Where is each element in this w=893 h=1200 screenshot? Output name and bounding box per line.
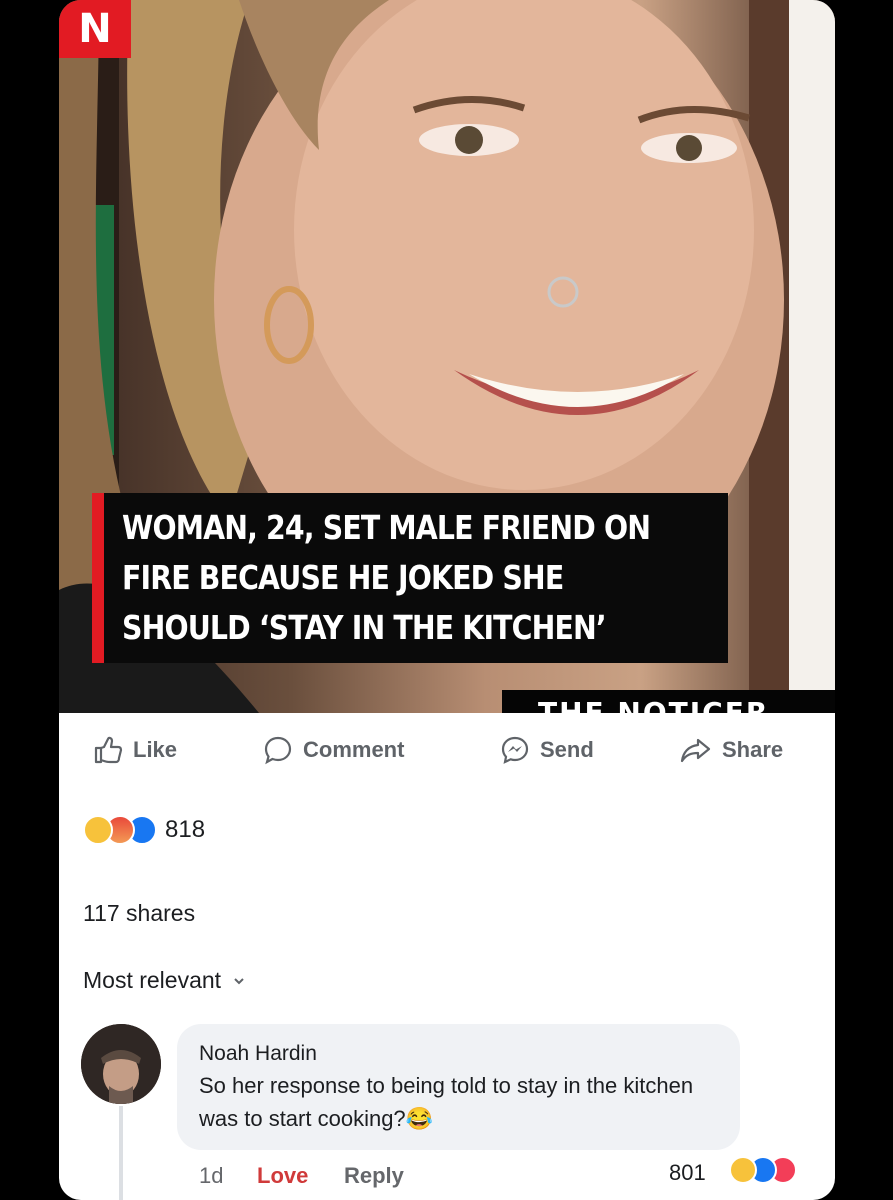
share-count[interactable]: 117 shares xyxy=(83,900,195,927)
like-button[interactable]: Like xyxy=(92,734,177,766)
headline-text: WOMAN, 24, SET MALE FRIEND ON FIRE BECAU… xyxy=(122,508,651,647)
thumbs-up-icon xyxy=(94,736,123,764)
commenter-name[interactable]: Noah Hardin xyxy=(199,1042,718,1066)
comment-body: So her response to being told to stay in… xyxy=(199,1073,694,1131)
headline-banner: WOMAN, 24, SET MALE FRIEND ON FIRE BECAU… xyxy=(92,493,728,663)
haha-icon xyxy=(83,815,113,845)
reaction-count: 818 xyxy=(165,816,206,843)
like-label: Like xyxy=(133,737,178,762)
messenger-icon xyxy=(501,736,529,764)
avatar[interactable] xyxy=(81,1024,161,1104)
thread-line xyxy=(119,1106,123,1200)
comment-label: Comment xyxy=(303,737,405,762)
post-image[interactable]: N WOMAN, 24, SET MALE FRIEND ON FIRE BEC… xyxy=(59,0,835,713)
comment-love-button[interactable]: Love xyxy=(257,1163,308,1189)
post-reactions[interactable]: 818 xyxy=(83,815,205,845)
comment-bubble-icon xyxy=(264,736,292,765)
avatar-photo xyxy=(81,1024,161,1104)
share-label: Share xyxy=(722,737,784,762)
sort-label: Most relevant xyxy=(83,967,222,993)
send-label: Send xyxy=(540,737,594,762)
comment-sort-dropdown[interactable]: Most relevant xyxy=(83,967,245,994)
haha-icon xyxy=(729,1156,757,1184)
comment-reaction-count[interactable]: 801 xyxy=(669,1160,706,1186)
watermark: THE NOTICER xyxy=(502,690,835,713)
comment-timestamp: 1d xyxy=(199,1163,224,1188)
brand-logo: N xyxy=(59,0,131,58)
share-button[interactable]: Share xyxy=(679,734,783,766)
share-arrow-icon xyxy=(680,738,711,763)
send-button[interactable]: Send xyxy=(499,734,594,766)
comment-bubble: Noah Hardin So her response to being tol… xyxy=(177,1024,740,1150)
chevron-down-icon xyxy=(234,977,244,984)
comment-reactions[interactable] xyxy=(729,1156,797,1184)
comment-reply-button[interactable]: Reply xyxy=(344,1163,404,1189)
comment-button[interactable]: Comment xyxy=(262,734,404,766)
comment-text: So her response to being told to stay in… xyxy=(199,1069,729,1135)
post-actions-bar: Like Comment Send Share xyxy=(59,726,835,782)
post-card: N WOMAN, 24, SET MALE FRIEND ON FIRE BEC… xyxy=(59,0,835,1200)
watermark-text: THE NOTICER xyxy=(538,696,770,714)
laughing-emoji: 😂 xyxy=(405,1106,434,1131)
